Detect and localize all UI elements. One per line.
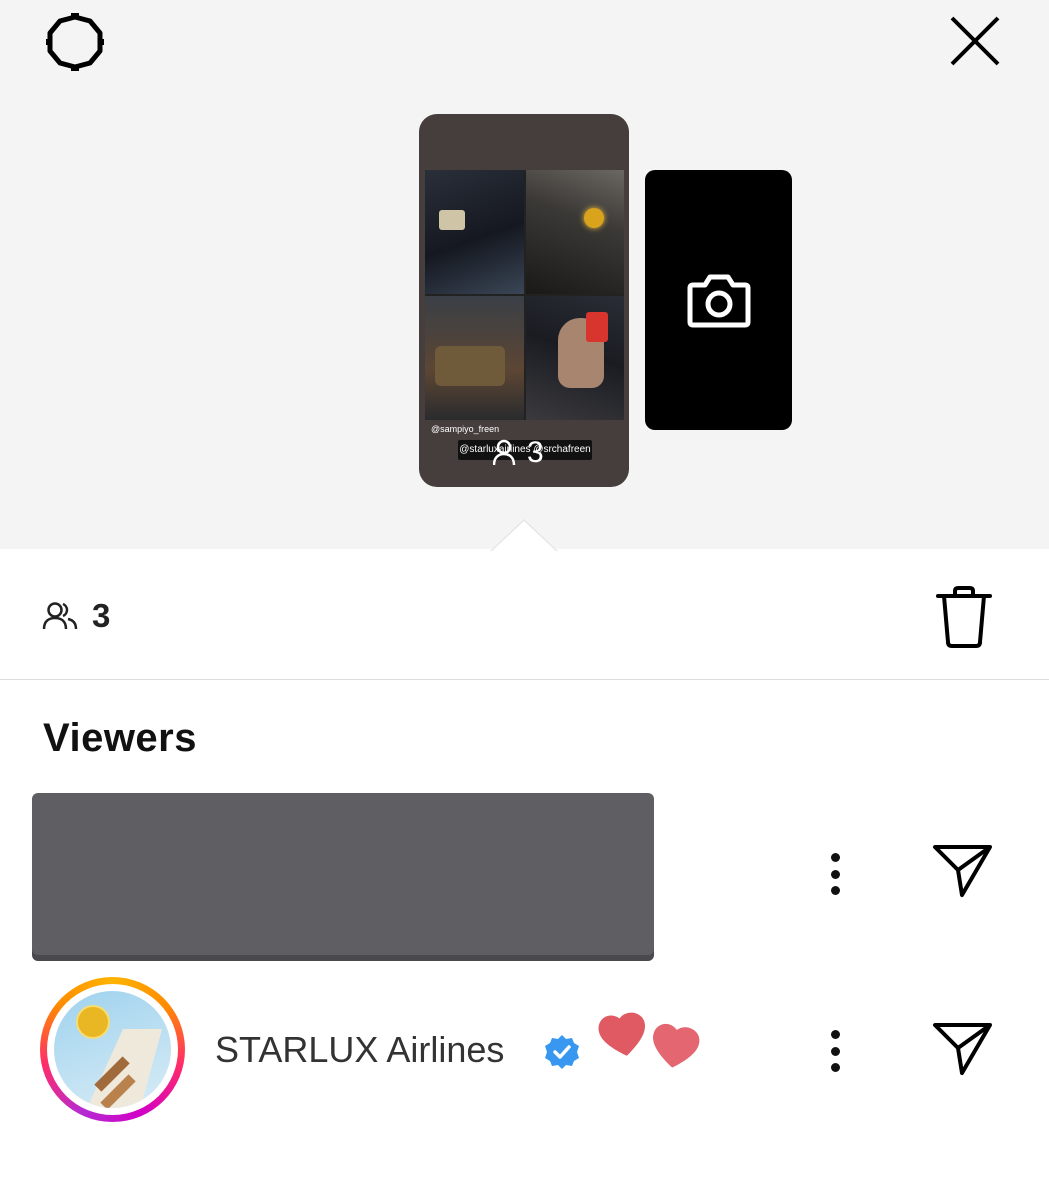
redacted-viewer: [32, 793, 654, 955]
trash-icon[interactable]: [934, 584, 994, 650]
photo-collage: [425, 170, 624, 420]
add-story-camera-button[interactable]: [645, 170, 792, 430]
viewer-count[interactable]: 3: [42, 597, 110, 635]
more-options-button[interactable]: [825, 1026, 845, 1076]
people-icon: [493, 439, 516, 466]
send-icon[interactable]: [930, 840, 994, 900]
collage-photo: [425, 296, 524, 420]
collage-photo: [425, 170, 524, 294]
selection-pointer-inner: [492, 521, 556, 551]
more-icon-dot: [830, 1030, 840, 1039]
story-stats-row: 3: [0, 550, 1049, 680]
people-icon: [42, 602, 78, 630]
viewer-name[interactable]: STARLUX Airlines: [215, 1029, 504, 1071]
story-mention: @sampiyo_freen: [431, 424, 500, 434]
heart-icon: [653, 1023, 700, 1068]
more-icon-dot: [830, 869, 840, 879]
story-viewer-count: 3: [527, 436, 544, 469]
more-options-button[interactable]: [825, 849, 845, 899]
collage-photo: [525, 296, 624, 420]
story-viewer-overlay: 3: [493, 436, 544, 470]
viewer-count-number: 3: [92, 597, 111, 634]
viewers-heading: Viewers: [43, 716, 197, 760]
avatar[interactable]: [40, 977, 185, 1122]
heart-reaction: [598, 1012, 700, 1068]
gear-icon[interactable]: [42, 12, 108, 72]
close-icon[interactable]: [946, 12, 1004, 70]
starlux-logo: [54, 991, 171, 1108]
story-thumbnail[interactable]: @sampiyo_freen @starluxairlines @srchafr…: [419, 114, 629, 487]
collage-photo: [525, 170, 624, 294]
more-icon-dot: [830, 886, 840, 895]
more-icon-dot: [830, 1063, 840, 1072]
more-icon-dot: [830, 853, 840, 862]
send-icon[interactable]: [930, 1018, 994, 1078]
heart-icon: [598, 1012, 645, 1056]
camera-icon: [687, 274, 750, 328]
more-icon-dot: [830, 1046, 840, 1056]
verified-icon: [545, 1035, 579, 1069]
story-preview-area: @sampiyo_freen @starluxairlines @srchafr…: [0, 0, 1049, 549]
